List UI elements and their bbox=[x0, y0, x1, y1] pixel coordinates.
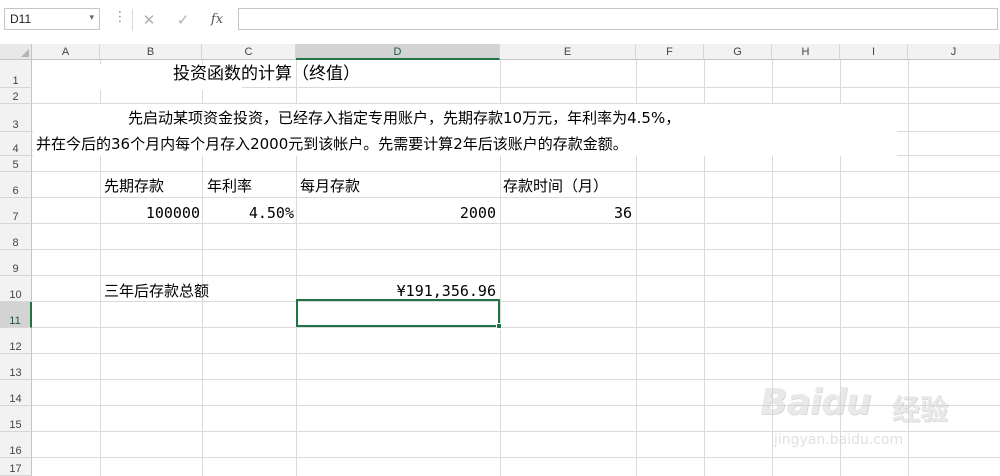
row-number: 2 bbox=[12, 91, 19, 103]
divider bbox=[132, 9, 133, 31]
cell-description-line2[interactable]: 并在今后的36个月内每个月存入2000元到该帐户。先需要计算2年后该账户的存款金… bbox=[36, 135, 628, 153]
gridline bbox=[32, 249, 1000, 250]
name-box-value: D11 bbox=[10, 12, 32, 26]
watermark-url: jingyan.baidu.com bbox=[774, 432, 904, 448]
row-header-14[interactable]: 14 bbox=[0, 380, 32, 406]
row-header-1[interactable]: 1 bbox=[0, 60, 32, 88]
row-header-2[interactable]: 2 bbox=[0, 88, 32, 104]
row-header-9[interactable]: 9 bbox=[0, 250, 32, 276]
cell-d7[interactable]: 2000 bbox=[296, 204, 496, 222]
gridline bbox=[32, 327, 1000, 328]
row-number: 9 bbox=[12, 263, 19, 275]
column-header-f[interactable]: F bbox=[636, 44, 704, 60]
active-cell-d11[interactable] bbox=[296, 299, 500, 327]
gridline bbox=[32, 171, 1000, 172]
gridline bbox=[32, 223, 1000, 224]
cell-e7[interactable]: 36 bbox=[500, 204, 632, 222]
gridline bbox=[32, 301, 1000, 302]
enter-icon[interactable]: ✓ bbox=[172, 9, 194, 31]
cell-e6[interactable]: 存款时间（月） bbox=[503, 177, 608, 195]
column-header-e[interactable]: E bbox=[500, 44, 636, 60]
row-header-5[interactable]: 5 bbox=[0, 156, 32, 172]
cell-description-line1[interactable]: 先启动某项资金投资，已经存入指定专用账户，先期存款10万元，年利率为4.5%， bbox=[128, 109, 680, 127]
row-number: 5 bbox=[12, 159, 19, 171]
row-number: 4 bbox=[12, 143, 19, 155]
column-header-j[interactable]: J bbox=[908, 44, 1000, 60]
row-header-16[interactable]: 16 bbox=[0, 432, 32, 458]
row-header-4[interactable]: 4 bbox=[0, 132, 32, 156]
row-header-13[interactable]: 13 bbox=[0, 354, 32, 380]
row-header-17[interactable]: 17 bbox=[0, 458, 32, 476]
cell-d10[interactable]: ¥191,356.96 bbox=[296, 282, 496, 300]
watermark: Baidu 经验 jingyan.baidu.com bbox=[760, 382, 980, 462]
row-number: 3 bbox=[12, 119, 19, 131]
cancel-icon[interactable]: ✕ bbox=[138, 9, 160, 31]
row-number: 17 bbox=[9, 463, 22, 475]
column-header-i[interactable]: I bbox=[840, 44, 908, 60]
cell-d6[interactable]: 每月存款 bbox=[300, 177, 360, 195]
row-header-7[interactable]: 7 bbox=[0, 198, 32, 224]
row-header-12[interactable]: 12 bbox=[0, 328, 32, 354]
jingyan-logo: 经验 bbox=[892, 393, 949, 426]
row-number: 15 bbox=[9, 419, 22, 431]
insert-function-icon[interactable]: fx bbox=[206, 9, 228, 31]
row-header-11[interactable]: 11 bbox=[0, 302, 32, 328]
cell-title[interactable]: 投资函数的计算（终值） bbox=[173, 65, 360, 83]
column-header-g[interactable]: G bbox=[704, 44, 772, 60]
cell-b6[interactable]: 先期存款 bbox=[104, 177, 164, 195]
row-header-3[interactable]: 3 bbox=[0, 104, 32, 132]
row-number: 12 bbox=[9, 341, 22, 353]
formula-bar: D11 ▾ ⋮ ✕ ✓ fx bbox=[0, 0, 1000, 45]
formula-input[interactable] bbox=[238, 8, 998, 30]
column-header-c[interactable]: C bbox=[202, 44, 296, 60]
row-number: 8 bbox=[12, 237, 19, 249]
row-number: 6 bbox=[12, 185, 19, 197]
chevron-down-icon[interactable]: ▾ bbox=[89, 13, 94, 23]
gridline bbox=[32, 197, 1000, 198]
select-all-corner[interactable] bbox=[0, 44, 32, 60]
row-header-6[interactable]: 6 bbox=[0, 172, 32, 198]
cell-b10[interactable]: 三年后存款总额 bbox=[104, 282, 209, 300]
row-header-8[interactable]: 8 bbox=[0, 224, 32, 250]
row-number: 1 bbox=[12, 75, 19, 87]
row-number: 14 bbox=[9, 393, 22, 405]
cell-c6[interactable]: 年利率 bbox=[207, 177, 252, 195]
fill-handle[interactable] bbox=[496, 323, 502, 329]
row-header-15[interactable]: 15 bbox=[0, 406, 32, 432]
row-number: 16 bbox=[9, 445, 22, 457]
cell-b7[interactable]: 100000 bbox=[100, 204, 200, 222]
baidu-logo: Baidu bbox=[760, 382, 871, 423]
row-number: 11 bbox=[9, 315, 21, 327]
name-box[interactable]: D11 ▾ bbox=[4, 8, 100, 30]
cell-c7[interactable]: 4.50% bbox=[202, 204, 294, 222]
row-number: 13 bbox=[9, 367, 22, 379]
row-number: 10 bbox=[9, 289, 22, 301]
column-header-b[interactable]: B bbox=[100, 44, 202, 60]
more-options-icon[interactable]: ⋮ bbox=[113, 10, 127, 24]
column-header-a[interactable]: A bbox=[32, 44, 100, 60]
gridline bbox=[32, 379, 1000, 380]
column-header-h[interactable]: H bbox=[772, 44, 840, 60]
row-header-10[interactable]: 10 bbox=[0, 276, 32, 302]
row-number: 7 bbox=[12, 211, 19, 223]
column-header-d[interactable]: D bbox=[296, 44, 500, 60]
gridline bbox=[32, 353, 1000, 354]
gridline bbox=[32, 275, 1000, 276]
